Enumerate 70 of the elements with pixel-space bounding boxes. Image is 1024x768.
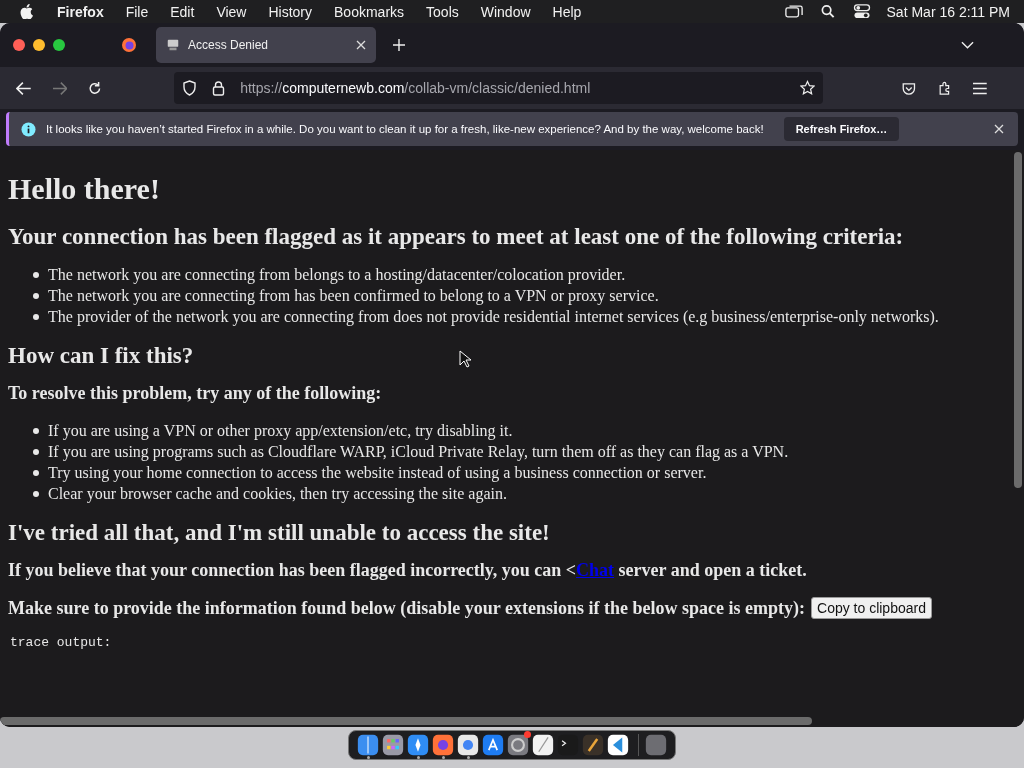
app-icon[interactable] bbox=[432, 734, 454, 756]
menu-item[interactable]: Help bbox=[552, 3, 582, 20]
minimize-window-button[interactable] bbox=[33, 39, 45, 51]
close-icon[interactable] bbox=[356, 40, 366, 50]
back-icon[interactable] bbox=[16, 80, 32, 96]
fix-subheading: To resolve this problem, try any of the following: bbox=[8, 383, 382, 404]
app-icon[interactable] bbox=[582, 734, 604, 756]
tried-heading: I've tried all that, and I'm still unable to access the site! bbox=[8, 520, 550, 546]
app-icon[interactable] bbox=[532, 734, 554, 756]
menu-icon[interactable] bbox=[972, 80, 988, 96]
star-icon[interactable] bbox=[799, 80, 815, 96]
app-icon[interactable] bbox=[357, 734, 379, 756]
copy-button[interactable]: Copy to clipboard bbox=[811, 597, 932, 619]
firefox-view-icon[interactable] bbox=[121, 37, 137, 53]
new-tab-icon[interactable] bbox=[393, 39, 405, 51]
horizontal-scrollbar[interactable] bbox=[0, 714, 1024, 727]
fix-item: If you are using programs such as Cloudflare WARP, iCloud Private Relay, turn them off as they can flag as a VPN. bbox=[48, 442, 789, 462]
shield-icon[interactable] bbox=[182, 80, 198, 96]
criteria-item: The network you are connecting from belongs to a hosting/datacenter/colocation provider. bbox=[48, 265, 626, 285]
menu-item[interactable]: View bbox=[216, 3, 247, 20]
menu-clock: Sat Mar 16 2:11 PM bbox=[886, 3, 1010, 20]
menu-item[interactable]: Edit bbox=[170, 3, 195, 20]
zoom-window-button[interactable] bbox=[53, 39, 65, 51]
url-text[interactable]: https://computernewb.com/collab-vm/classic/denied.html bbox=[240, 80, 591, 96]
refresh-button[interactable]: Refresh Firefox… bbox=[783, 117, 900, 141]
forward-icon[interactable] bbox=[51, 80, 68, 96]
apple-icon[interactable] bbox=[20, 4, 33, 19]
bullet-icon bbox=[33, 469, 39, 476]
criteria-item: The network you are connecting from has been confirmed to belong to a VPN or proxy service. bbox=[48, 286, 659, 306]
address-bar[interactable]: https://computernewb.com/collab-vm/classic/denied.html bbox=[174, 72, 823, 104]
app-icon[interactable] bbox=[507, 734, 529, 756]
pocket-icon[interactable] bbox=[900, 80, 917, 96]
fix-item: Try using your home connection to access the website instead of using a business connection or server. bbox=[48, 463, 707, 483]
info-icon bbox=[21, 121, 36, 137]
bullet-icon bbox=[33, 448, 39, 455]
toggle-icon[interactable] bbox=[852, 4, 871, 19]
criteria-heading: Your connection has been flagged as it appears to meet at least one of the following criteria: bbox=[8, 224, 904, 250]
menu-item[interactable]: File bbox=[125, 3, 149, 20]
bullet-icon bbox=[33, 292, 39, 299]
menu-item[interactable]: Window bbox=[480, 3, 531, 20]
trace-label: trace output: bbox=[9, 635, 112, 650]
fix-item: Clear your browser cache and cookies, then try accessing the site again. bbox=[48, 484, 507, 504]
bullet-icon bbox=[33, 490, 39, 497]
contact-text: If you believe that your connection has been flagged incorrectly, you can <Chat server and open a ticket. bbox=[8, 560, 807, 581]
app-icon[interactable] bbox=[457, 734, 479, 756]
criteria-item: The provider of the network you are connecting from does not provide residential internet services (e.g business/enterprise-only networks). bbox=[48, 307, 939, 327]
close-window-button[interactable] bbox=[13, 39, 25, 51]
close-icon[interactable] bbox=[994, 124, 1004, 134]
info-text: Make sure to provide the information found below (disable your extensions if the below space is empty): bbox=[8, 597, 805, 619]
menu-item[interactable]: History bbox=[268, 3, 313, 20]
chevron-down-icon[interactable] bbox=[961, 41, 974, 49]
fix-item: If you are using a VPN or other proxy app/extension/etc, try disabling it. bbox=[48, 421, 513, 441]
bullet-icon bbox=[33, 271, 39, 278]
page-title: Hello there! bbox=[8, 172, 160, 206]
browser-tab[interactable]: Access Denied bbox=[156, 27, 376, 63]
bullet-icon bbox=[33, 313, 39, 320]
pointer-cursor-icon bbox=[459, 350, 471, 368]
app-icon[interactable] bbox=[407, 734, 429, 756]
lock-icon[interactable] bbox=[211, 80, 227, 96]
windows-icon[interactable] bbox=[784, 4, 803, 19]
fix-heading: How can I fix this? bbox=[8, 343, 194, 369]
bullet-icon bbox=[33, 427, 39, 434]
menu-item[interactable]: Tools bbox=[426, 3, 459, 20]
app-icon[interactable] bbox=[607, 734, 629, 756]
app-icon[interactable] bbox=[382, 734, 404, 756]
notification-message: It looks like you haven’t started Firefox in a while. Do you want to clean it up for a fresh, like-new experience? And by the way, welcome back! bbox=[46, 123, 764, 135]
computer-icon bbox=[166, 38, 180, 52]
menu-app-name[interactable]: Firefox bbox=[57, 3, 104, 20]
menu-item[interactable]: Bookmarks bbox=[334, 3, 405, 20]
app-icon[interactable] bbox=[482, 734, 504, 756]
